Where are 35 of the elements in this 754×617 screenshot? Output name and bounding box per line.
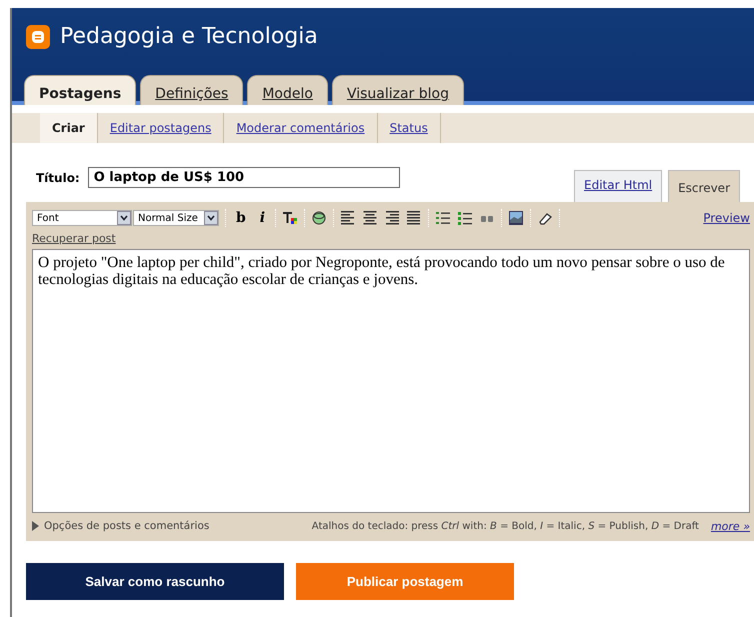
bullet-list-icon[interactable] [457,210,474,226]
recover-post-link[interactable]: Recuperar post [32,232,750,245]
align-center-icon[interactable] [362,210,378,226]
image-icon[interactable] [508,210,524,226]
sub-tab[interactable]: Moderar comentários [224,113,378,143]
bold-button[interactable]: b [232,210,250,226]
title-field[interactable]: O laptop de US$ 100 [88,167,400,188]
text-color-icon[interactable] [282,210,298,226]
save-draft-button[interactable]: Salvar como rascunho [26,563,284,600]
font-dropdown[interactable]: Font [32,210,132,226]
blog-logo-icon [26,24,50,48]
align-right-icon[interactable] [384,210,400,226]
italic-button[interactable]: i [256,210,270,226]
preview-link[interactable]: Preview [703,211,750,225]
sub-tab[interactable]: Editar postagens [98,113,224,143]
sub-tab[interactable]: Status [378,113,441,143]
size-dropdown[interactable]: Normal Size [133,210,219,226]
post-options-toggle[interactable]: Opções de posts e comentários [44,520,210,532]
expand-triangle-icon[interactable] [32,521,39,531]
title-label: Título: [36,170,80,184]
nav-tab[interactable]: Definições [140,75,244,105]
link-icon[interactable] [311,210,328,226]
mode-tab[interactable]: Escrever [668,170,740,202]
blog-title: Pedagogia e Tecnologia [60,24,318,49]
align-left-icon[interactable] [340,210,356,226]
post-body-editor[interactable]: O projeto "One laptop per child", criado por Negroponte, está provocando todo um novo pensar sobre o uso de tecnologias digitais na educação escolar de crianças e jovens. [32,249,750,513]
justify-icon[interactable] [406,210,422,226]
keyboard-shortcuts-text: Atalhos do teclado: press Ctrl with: B = Bold, I = Italic, S = Publish, D = Draft [312,520,699,532]
nav-tab[interactable]: Visualizar blog [332,75,464,105]
numbered-list-icon[interactable] [435,210,452,226]
sub-tab[interactable]: Criar [40,113,98,143]
nav-tab[interactable]: Modelo [247,75,328,105]
more-link[interactable]: more » [710,520,750,532]
nav-tab[interactable]: Postagens [24,75,136,105]
mode-tab[interactable]: Editar Html [574,170,662,202]
